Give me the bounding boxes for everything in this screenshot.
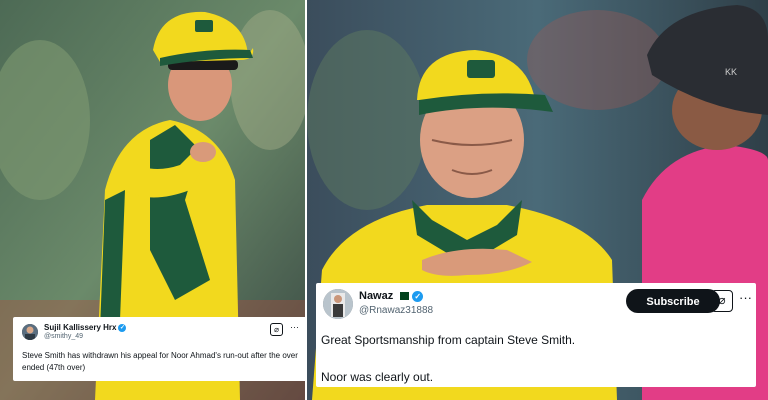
more-options-icon[interactable]: ···: [739, 290, 752, 305]
tweet-text: Steve Smith has withdrawn his appeal for…: [22, 351, 298, 372]
avatar[interactable]: [323, 289, 353, 319]
tweet-author-handle[interactable]: @Rnawaz31888: [359, 305, 433, 316]
tweet-text-line-2: Noor was clearly out.: [321, 370, 434, 384]
tweet-author-name[interactable]: Sujil Kallissery Hrx ✓: [44, 323, 127, 332]
author-name-text: Nawaz: [359, 290, 394, 302]
tweet-card-nawaz: Nawaz ✓ @Rnawaz31888 Subscribe ⌀ ··· Grea…: [316, 283, 756, 387]
svg-text:KK: KK: [725, 67, 737, 77]
verified-badge-icon: ✓: [412, 290, 424, 302]
grok-icon[interactable]: ⌀: [270, 323, 283, 336]
grok-icon[interactable]: ⌀: [711, 290, 733, 312]
tweet-author-handle[interactable]: @smithy_49: [44, 333, 83, 340]
avatar[interactable]: [22, 324, 38, 340]
tweet-text-line-1: Great Sportsmanship from captain Steve S…: [321, 333, 576, 347]
more-options-icon[interactable]: ···: [290, 322, 299, 332]
avatar-image: [22, 324, 38, 340]
pakistan-flag-icon: [397, 292, 410, 301]
avatar-image: [323, 289, 353, 319]
subscribe-button[interactable]: Subscribe: [626, 289, 720, 313]
author-name-text: Sujil Kallissery Hrx: [44, 323, 117, 332]
tweet-card-smithy: Sujil Kallissery Hrx ✓ @smithy_49 ⌀ ··· S…: [13, 317, 307, 381]
tweet-author-name[interactable]: Nawaz ✓: [359, 290, 424, 302]
verified-badge-icon: ✓: [118, 323, 127, 332]
